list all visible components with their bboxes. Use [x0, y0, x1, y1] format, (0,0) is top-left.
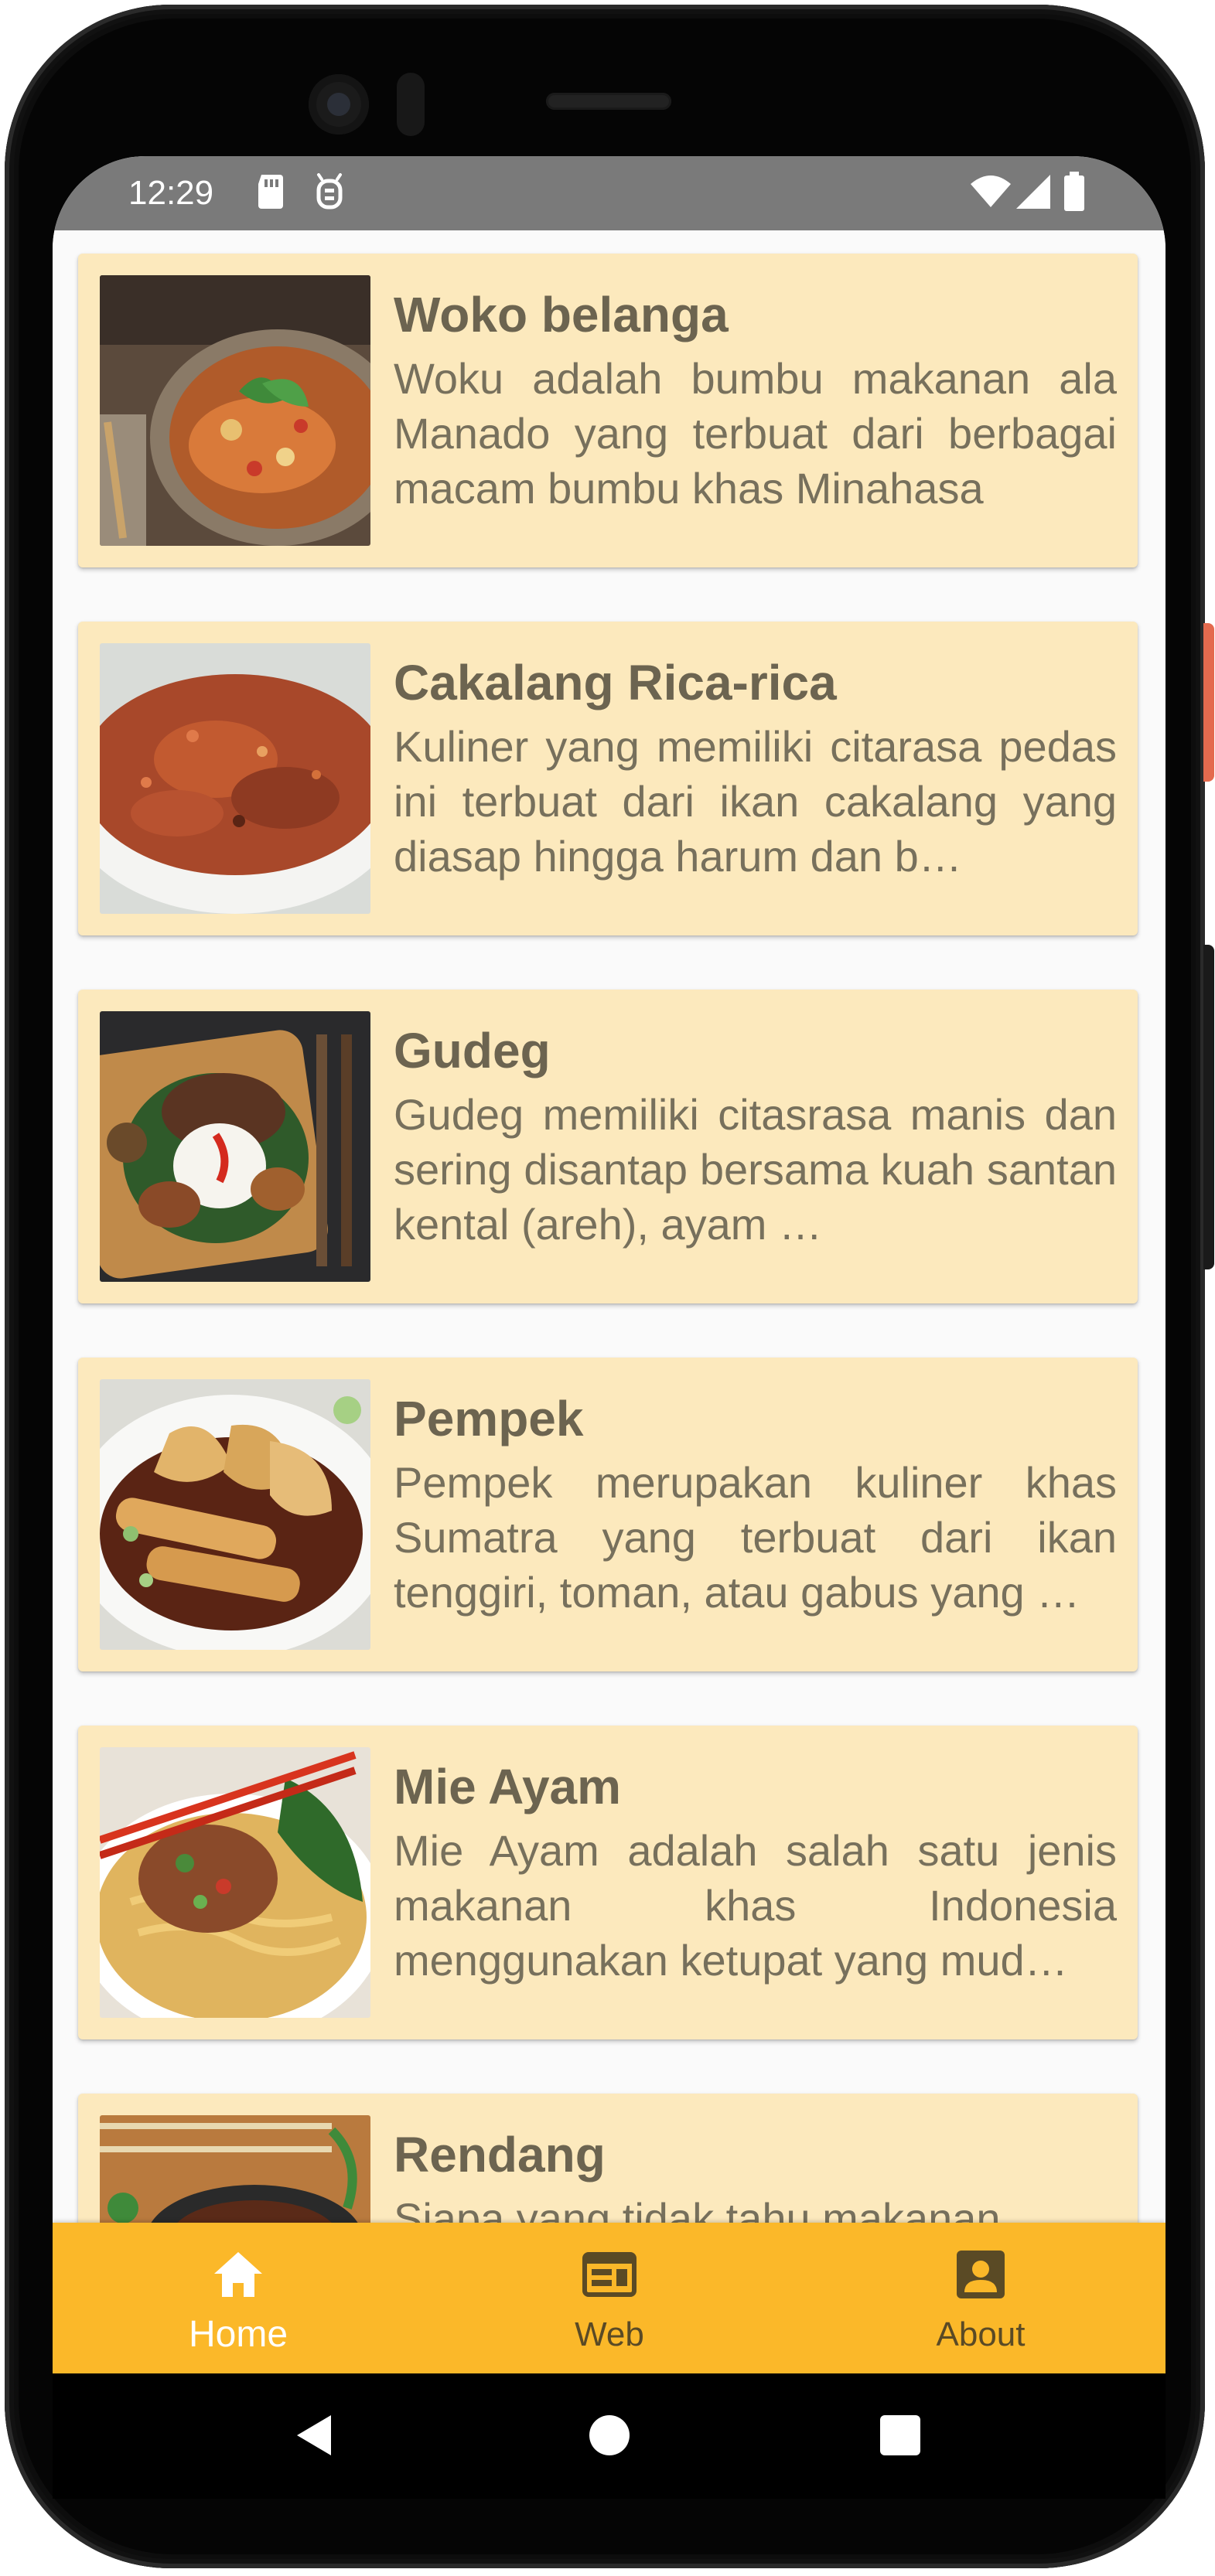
food-description: Siapa yang tidak tahu makanan [394, 2194, 1001, 2223]
home-icon [211, 2247, 265, 2302]
food-description: Woku adalah bumbu makanan ala Manado yan… [394, 354, 1117, 513]
sd-card-icon [255, 173, 286, 214]
list-item[interactable]: Pempek Pempek merupakan kuliner khas Sum… [78, 1358, 1138, 1671]
status-bar: 12:29 [53, 156, 1166, 230]
earpiece-speaker [546, 93, 671, 110]
food-image-gudeg [100, 1011, 370, 1282]
sim-debug-icon [314, 173, 345, 214]
front-camera [309, 74, 369, 135]
food-description: Pempek merupakan kuliner khas Sumatra ya… [394, 1458, 1117, 1617]
food-title: Woko belanga [394, 287, 729, 342]
power-button [1203, 623, 1214, 782]
list-item[interactable]: Rendang Siapa yang tidak tahu makanan [78, 2094, 1138, 2223]
list-item[interactable]: Gudeg Gudeg memiliki citasrasa manis dan… [78, 990, 1138, 1303]
system-navigation-bar [53, 2373, 1166, 2499]
battery-icon [1063, 172, 1086, 216]
nav-item-home[interactable]: Home [53, 2223, 424, 2373]
nav-item-about[interactable]: About [795, 2223, 1166, 2373]
food-title: Cakalang Rica-rica [394, 655, 837, 710]
food-title: Pempek [394, 1391, 584, 1446]
web-icon [582, 2247, 637, 2302]
nav-item-web[interactable]: Web [424, 2223, 795, 2373]
bottom-navigation: Home Web About [53, 2223, 1166, 2373]
wifi-icon [970, 175, 1012, 213]
back-icon[interactable] [292, 2412, 339, 2462]
home-circle-icon[interactable] [586, 2412, 633, 2462]
food-title: Rendang [394, 2127, 606, 2182]
list-item[interactable]: Cakalang Rica-rica Kuliner yang memiliki… [78, 622, 1138, 935]
food-description: Gudeg memiliki citasrasa manis dan serin… [394, 1090, 1117, 1249]
list-item[interactable]: Mie Ayam Mie Ayam adalah salah satu jeni… [78, 1726, 1138, 2039]
food-list[interactable]: Woko belanga Woku adalah bumbu makanan a… [53, 230, 1166, 2223]
app-screen: 12:29 Woko belanga Woku adalah bumbu mak… [53, 156, 1166, 2499]
food-description: Mie Ayam adalah salah satu jenis makanan… [394, 1826, 1117, 1985]
food-image-pempek [100, 1379, 370, 1650]
food-image-mie-ayam [100, 1747, 370, 2018]
volume-button [1203, 945, 1214, 1269]
account-box-icon [954, 2247, 1008, 2302]
cellular-signal-icon [1015, 173, 1052, 214]
food-title: Mie Ayam [394, 1759, 622, 1814]
nav-label-web: Web [575, 2315, 644, 2353]
recents-icon[interactable] [877, 2412, 923, 2462]
food-image-woku [100, 275, 370, 546]
phone-frame: 12:29 Woko belanga Woku adalah bumbu mak… [5, 5, 1205, 2568]
food-description: Kuliner yang memiliki citarasa pedas ini… [394, 722, 1117, 881]
proximity-sensor [397, 73, 425, 136]
nav-label-about: About [936, 2315, 1026, 2353]
food-title: Gudeg [394, 1023, 551, 1078]
food-image-rendang [100, 2115, 370, 2223]
food-image-cakalang [100, 643, 370, 914]
status-time: 12:29 [128, 174, 214, 212]
list-item[interactable]: Woko belanga Woku adalah bumbu makanan a… [78, 254, 1138, 567]
nav-label-home: Home [188, 2314, 288, 2355]
